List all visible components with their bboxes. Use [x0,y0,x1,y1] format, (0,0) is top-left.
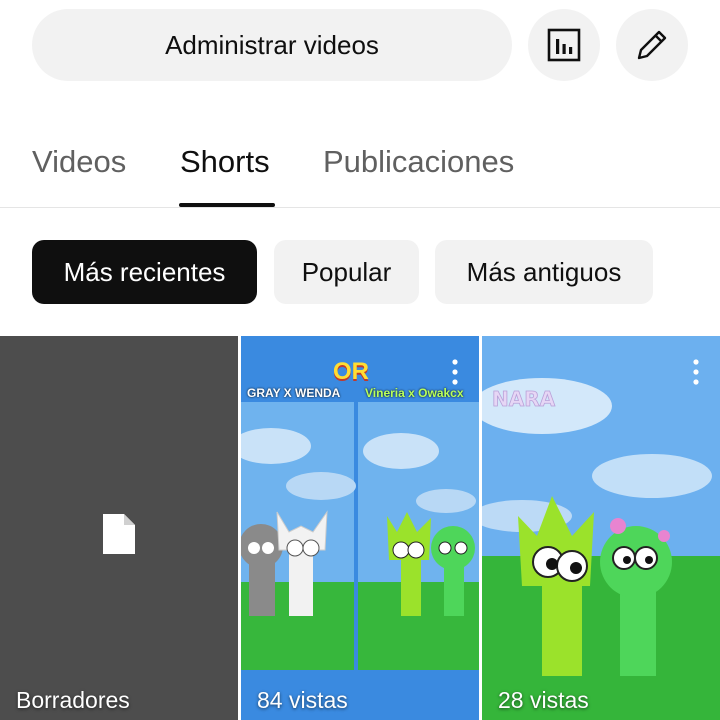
short-thumbnail: NARA [482,336,720,720]
sort-filter-chips: Más recientes Popular Más antiguos [0,240,720,304]
analytics-button[interactable] [528,9,600,81]
channel-action-bar: Administrar videos [0,0,720,96]
short-tile[interactable]: NARA 28 vistas [482,336,720,720]
drafts-label: Borradores [16,687,130,713]
view-count: 84 vistas [257,687,348,713]
view-count: 28 vistas [498,687,589,713]
thumbnail-caption-right: Vineria x Owakcx [365,386,464,400]
active-tab-indicator [179,203,275,207]
thumbnail-title-or: OR [333,358,369,385]
chip-mas-recientes[interactable]: Más recientes [32,240,257,304]
short-tile[interactable]: OR GRAY X WENDA Vineria x Owakcx 84 vist… [241,336,479,720]
shorts-grid: Borradores OR GRAY X WENDA Vineria x Owa… [0,336,720,720]
drafts-tile[interactable]: Borradores [0,336,238,720]
tab-videos[interactable]: Videos [32,144,126,180]
pencil-edit-icon [637,30,667,60]
document-icon [103,514,135,554]
thumbnail-caption-left: GRAY X WENDA [247,386,341,400]
more-options-icon[interactable] [692,358,700,386]
tab-shorts[interactable]: Shorts [180,144,270,180]
analytics-bar-chart-icon [547,28,581,62]
chip-popular[interactable]: Popular [274,240,419,304]
edit-button[interactable] [616,9,688,81]
more-options-icon[interactable] [451,358,459,386]
channel-tabs: Videos Shorts Publicaciones [0,120,720,208]
chip-mas-antiguos[interactable]: Más antiguos [435,240,653,304]
manage-videos-button[interactable]: Administrar videos [32,9,512,81]
tab-publicaciones[interactable]: Publicaciones [323,144,514,180]
svg-text:NARA: NARA [492,387,556,411]
